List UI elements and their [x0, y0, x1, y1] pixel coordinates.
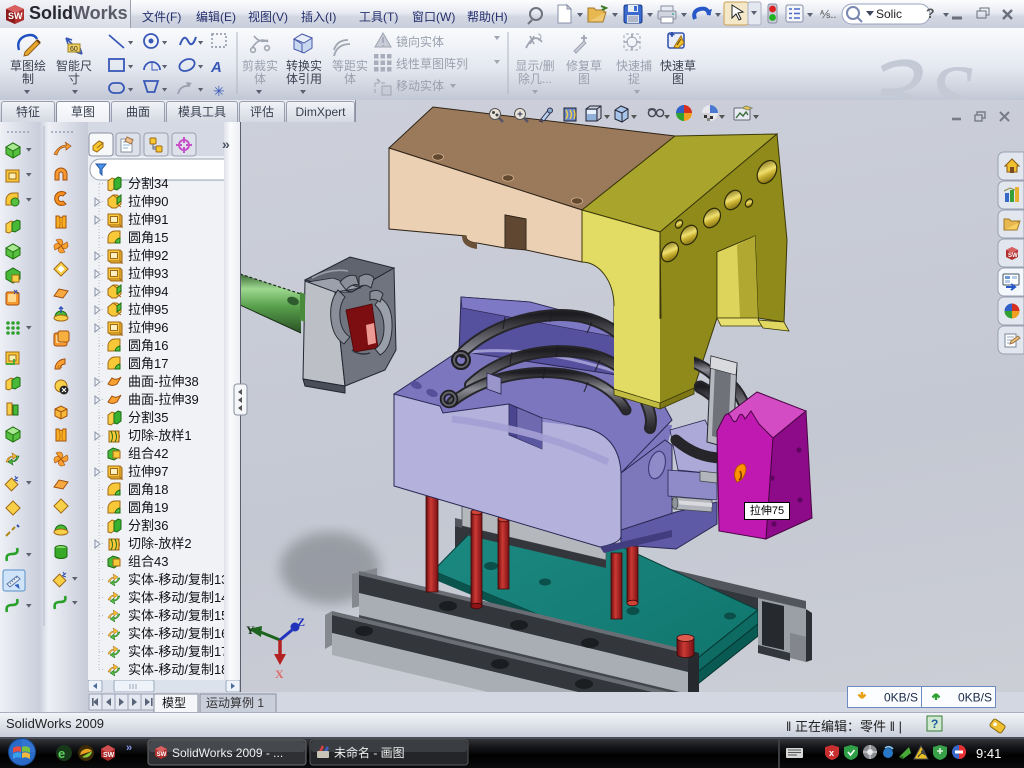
svg-text:圆角19: 圆角19 — [128, 500, 168, 515]
svg-text:圆角17: 圆角17 — [128, 356, 168, 371]
svg-text:拉伸97: 拉伸97 — [128, 464, 168, 479]
svg-text:拉伸90: 拉伸90 — [128, 194, 168, 209]
svg-text:组合43: 组合43 — [128, 554, 168, 569]
svg-text:实体-移动/复制14: 实体-移动/复制14 — [128, 590, 228, 605]
svg-text:60: 60 — [70, 46, 78, 53]
svg-text:0KB/S: 0KB/S — [884, 691, 918, 705]
svg-text:圆角18: 圆角18 — [128, 482, 168, 497]
svg-text:SW: SW — [157, 752, 167, 758]
svg-text:未命名 - 画图: 未命名 - 画图 — [334, 745, 405, 760]
svg-text:实体-移动/复制17: 实体-移动/复制17 — [128, 644, 228, 659]
svg-text:分割34: 分割34 — [128, 176, 168, 191]
svg-text:曲面-拉伸38: 曲面-拉伸38 — [128, 374, 199, 389]
svg-text:曲面-拉伸39: 曲面-拉伸39 — [128, 392, 199, 407]
svg-text:S: S — [928, 46, 974, 100]
svg-text:✳: ✳ — [213, 83, 225, 99]
svg-text:9:41: 9:41 — [976, 746, 1001, 761]
svg-text:e: e — [58, 746, 65, 761]
svg-text:⅍..: ⅍.. — [819, 9, 836, 21]
svg-text:?: ? — [931, 717, 938, 731]
svg-text:分割35: 分割35 — [128, 410, 168, 425]
svg-text:Ɜ: Ɜ — [862, 44, 924, 100]
svg-text:切除-放样2: 切除-放样2 — [128, 536, 192, 551]
svg-text:圆角16: 圆角16 — [128, 338, 168, 353]
svg-text:X: X — [275, 667, 284, 681]
svg-text:A: A — [210, 59, 222, 76]
svg-text:SolidWorks 2009 - ...: SolidWorks 2009 - ... — [172, 746, 283, 760]
svg-text:0KB/S: 0KB/S — [958, 691, 992, 705]
svg-text:实体-移动/复制16: 实体-移动/复制16 — [128, 626, 228, 641]
svg-text:组合42: 组合42 — [128, 446, 168, 461]
svg-text:模型: 模型 — [162, 696, 186, 710]
svg-text:实体-移动/复制15: 实体-移动/复制15 — [128, 608, 228, 623]
svg-text:x: x — [829, 748, 834, 758]
svg-text:拉伸96: 拉伸96 — [128, 320, 168, 335]
svg-text:拉伸91: 拉伸91 — [128, 212, 168, 227]
svg-text:分割36: 分割36 — [128, 518, 168, 533]
svg-text:Z: Z — [297, 615, 305, 629]
svg-text:拉伸93: 拉伸93 — [128, 266, 168, 281]
svg-text:运动算例 1: 运动算例 1 — [206, 695, 264, 710]
svg-text:拉伸95: 拉伸95 — [128, 302, 168, 317]
svg-text:Solic: Solic — [876, 7, 902, 21]
svg-text:拉伸94: 拉伸94 — [128, 284, 168, 299]
svg-text:拉伸92: 拉伸92 — [128, 248, 168, 263]
svg-text:Y: Y — [246, 623, 255, 637]
svg-text:实体-移动/复制13: 实体-移动/复制13 — [128, 572, 228, 587]
svg-text:SW: SW — [103, 752, 115, 759]
svg-text:切除-放样1: 切除-放样1 — [128, 428, 192, 443]
svg-text:圆角15: 圆角15 — [128, 230, 168, 245]
svg-text:SW: SW — [1008, 253, 1018, 259]
svg-text:实体-移动/复制18: 实体-移动/复制18 — [128, 662, 228, 677]
svg-text:»: » — [126, 742, 132, 754]
svg-text:SW: SW — [8, 11, 23, 21]
svg-text:?: ? — [926, 5, 935, 21]
